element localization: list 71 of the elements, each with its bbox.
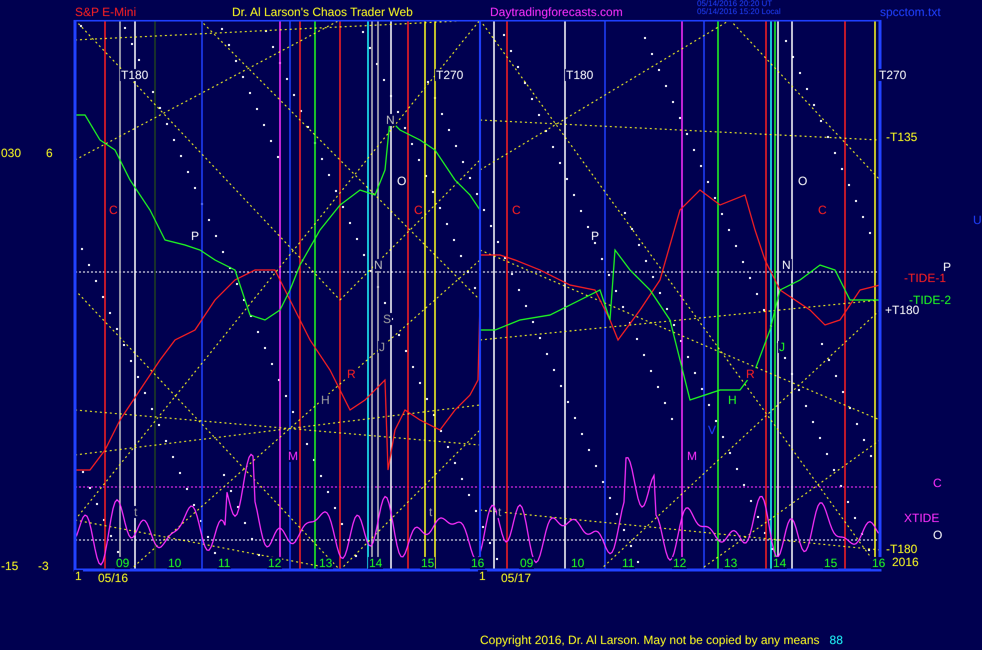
- chart-mark: C: [413, 204, 424, 216]
- line-label: +T180: [884, 304, 920, 316]
- cycle-label: T270: [435, 69, 464, 81]
- hour-label: 12: [672, 557, 688, 569]
- line-label: P: [942, 261, 952, 273]
- chart-mark: R: [346, 368, 357, 380]
- chart-mark: C: [108, 204, 119, 216]
- chart-mark: t: [133, 506, 138, 518]
- hour-label: 11: [621, 557, 636, 569]
- chart-mark: O: [396, 175, 408, 187]
- chart-mark: M: [686, 450, 698, 462]
- hour-label: 15: [420, 557, 436, 569]
- hour-label: 09: [519, 557, 534, 569]
- chart-mark: N: [781, 259, 792, 271]
- line-label: XTIDE: [903, 512, 940, 524]
- chart-mark: P: [590, 230, 600, 242]
- chart-mark: P: [190, 230, 200, 242]
- cycle-label: T180: [565, 69, 594, 81]
- hour-label: 10: [167, 557, 182, 569]
- timestamp-local: 05/14/2016 15:20 Local: [697, 8, 782, 16]
- hour-label: 14: [368, 557, 384, 569]
- symbol-title: S&P E-Mini: [75, 6, 138, 18]
- scale-label: 6: [45, 147, 54, 159]
- chart-mark: M: [287, 450, 299, 462]
- line-label: -TIDE-2: [908, 294, 952, 306]
- scale-label: 030: [0, 147, 22, 159]
- copyright-text: Copyright 2016, Dr. Al Larson. May not be copied by any means: [480, 634, 820, 646]
- hour-label: 12: [267, 557, 282, 569]
- scale-label: -3: [37, 560, 50, 572]
- hour-label: 13: [318, 557, 334, 569]
- chart-title: Dr. Al Larson's Chaos Trader Web: [232, 6, 414, 18]
- timestamp-utc: 05/14/2016 20:20 UT: [697, 0, 774, 8]
- chart-mark: t: [428, 506, 434, 518]
- scale-label: -15: [0, 560, 20, 572]
- hour-label: 09: [115, 557, 130, 569]
- line-label: C: [932, 477, 943, 489]
- chart-mark: N: [385, 114, 396, 126]
- line-label: U: [972, 214, 982, 226]
- chart-mark: S: [382, 313, 392, 325]
- chart-mark: H: [727, 394, 738, 406]
- code-text: 88: [830, 634, 843, 646]
- hour-label: 13: [723, 557, 738, 569]
- chart-mark: C: [817, 204, 828, 216]
- line-label: -T180: [885, 543, 918, 555]
- day-start-label: 1: [74, 570, 83, 582]
- hour-label: 16: [871, 557, 886, 569]
- line-label: O: [932, 529, 944, 541]
- chart-mark: V: [707, 424, 718, 436]
- cycle-label: T180: [120, 69, 150, 81]
- file-name: spcctom.txt: [880, 6, 941, 18]
- chart-mark: t: [497, 506, 502, 518]
- date-label: 05/16: [97, 572, 130, 584]
- hour-label: 16: [470, 557, 486, 569]
- chart-mark: C: [511, 204, 522, 216]
- line-label: -T135: [885, 131, 918, 143]
- chart-mark: R: [745, 368, 756, 380]
- line-label: -TIDE-1: [903, 272, 947, 284]
- chart-mark: N: [373, 259, 384, 271]
- chart-mark: O: [797, 175, 808, 187]
- day-start-label: 1: [478, 570, 487, 582]
- site-link[interactable]: Daytradingforecasts.com: [490, 6, 697, 18]
- date-label: 05/17: [500, 572, 532, 584]
- hour-label: 10: [570, 557, 586, 569]
- hour-label: 14: [772, 557, 788, 569]
- chart-mark: H: [320, 394, 331, 406]
- line-label: 2016: [891, 556, 920, 568]
- hour-label: 11: [217, 557, 232, 569]
- hour-label: 15: [823, 557, 838, 569]
- cycle-label: T270: [878, 69, 908, 81]
- chart-mark: J: [778, 341, 786, 353]
- chart-mark: J: [378, 341, 386, 353]
